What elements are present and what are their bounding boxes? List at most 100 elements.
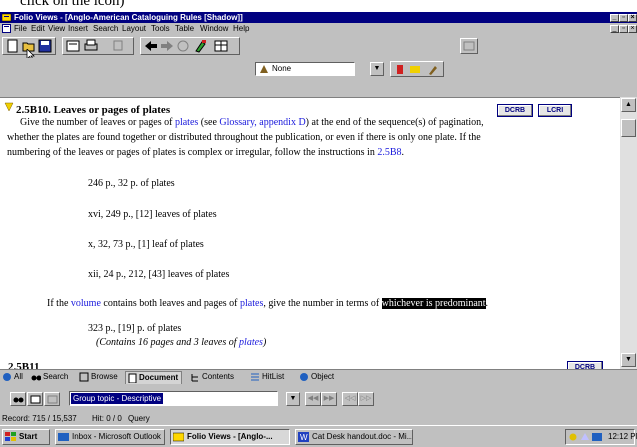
advanced-query-icon bbox=[30, 395, 41, 404]
volume-link[interactable]: volume bbox=[71, 298, 101, 309]
table-icon[interactable] bbox=[214, 39, 228, 53]
para1-line2: whether the plates are found together or… bbox=[7, 132, 481, 143]
highlight-button-group bbox=[390, 61, 444, 77]
binoculars-icon bbox=[13, 397, 24, 403]
tab-document[interactable]: Document bbox=[125, 371, 183, 384]
selected-text[interactable]: whichever is predominant bbox=[381, 298, 486, 309]
scroll-down-button[interactable]: ▼ bbox=[621, 353, 636, 367]
glossary-link[interactable]: Glossary, appendix D bbox=[219, 117, 305, 128]
menu-layout[interactable]: Layout bbox=[122, 23, 146, 34]
doc-minimize-button[interactable]: _ bbox=[610, 25, 619, 33]
red-flag-icon[interactable] bbox=[395, 64, 405, 75]
task-word[interactable]: W Cat Desk handout.doc - Mi... bbox=[295, 429, 413, 445]
list-icon bbox=[251, 373, 259, 381]
para2-text-a: If the bbox=[47, 298, 71, 309]
menu-help[interactable]: Help bbox=[233, 23, 249, 34]
menu-tools[interactable]: Tools bbox=[151, 23, 170, 34]
word-icon: W bbox=[298, 432, 309, 442]
doc-close-button[interactable]: × bbox=[628, 25, 637, 33]
example-line: xii, 24 p., 212, [43] leaves of plates bbox=[88, 269, 230, 280]
document-icon[interactable] bbox=[2, 24, 11, 33]
menu-file[interactable]: File bbox=[14, 23, 27, 34]
maximize-button[interactable]: ▫ bbox=[619, 14, 628, 22]
menu-edit[interactable]: Edit bbox=[31, 23, 45, 34]
example-line: xvi, 249 p., [12] leaves of plates bbox=[88, 209, 217, 220]
folio-icon bbox=[173, 432, 184, 442]
next-hit-button[interactable]: ▷▷ bbox=[358, 392, 374, 406]
link-icon[interactable] bbox=[176, 39, 190, 53]
style-dropdown[interactable]: None bbox=[255, 62, 355, 76]
extra-button[interactable] bbox=[460, 38, 478, 54]
tab-object[interactable]: Object bbox=[298, 371, 337, 383]
back-arrow-icon[interactable] bbox=[144, 39, 158, 53]
query-clear-button[interactable] bbox=[44, 392, 60, 406]
background-text: click on the icon) bbox=[20, 0, 125, 9]
menu-search[interactable]: Search bbox=[93, 23, 118, 34]
hit-status: Hit: 0 / 0 bbox=[92, 414, 122, 423]
plates-link[interactable]: plates bbox=[240, 298, 263, 309]
doc-restore-button[interactable]: ▫ bbox=[619, 25, 628, 33]
query-advanced-button[interactable] bbox=[27, 392, 43, 406]
query-search-button[interactable] bbox=[10, 392, 26, 406]
tab-all[interactable]: All bbox=[1, 371, 26, 383]
highlighter-icon[interactable] bbox=[194, 39, 208, 53]
tab-hitlist[interactable]: HitList bbox=[249, 371, 287, 383]
para2-text-d: . bbox=[485, 298, 489, 309]
task-outlook-label: Inbox - Microsoft Outlook bbox=[72, 432, 161, 441]
rule-2-5b8-link[interactable]: 2.5B8 bbox=[377, 147, 401, 158]
pencil-icon[interactable] bbox=[427, 64, 439, 75]
status-bar: Record: 715 / 15,537 Hit: 0 / 0 Query bbox=[0, 413, 637, 424]
minimize-button[interactable]: _ bbox=[610, 14, 619, 22]
note-marker-icon[interactable] bbox=[4, 102, 14, 112]
clear-icon bbox=[47, 395, 58, 404]
group-input[interactable]: Group topic - Descriptive bbox=[69, 391, 278, 406]
plates-link[interactable]: plates bbox=[175, 117, 198, 128]
document-pane[interactable]: 2.5B10. Leaves or pages of plates DCRB L… bbox=[0, 97, 620, 369]
menu-table[interactable]: Table bbox=[175, 23, 194, 34]
example-note: (Contains 16 pages and 3 leaves of plate… bbox=[96, 336, 266, 350]
vertical-scrollbar[interactable]: ▲ ▼ bbox=[620, 97, 637, 369]
menu-insert[interactable]: Insert bbox=[68, 23, 88, 34]
document-icon bbox=[128, 373, 137, 383]
copy-disabled-icon[interactable] bbox=[112, 39, 126, 53]
prev-hit-button[interactable]: ◁◁ bbox=[342, 392, 358, 406]
dcrb-button[interactable]: DCRB bbox=[567, 361, 603, 369]
menu-window[interactable]: Window bbox=[200, 23, 228, 34]
tab-search[interactable]: Search bbox=[30, 371, 71, 383]
standard-toolbar bbox=[0, 34, 637, 61]
print-icon[interactable] bbox=[84, 39, 98, 53]
example-line: x, 32, 73 p., [1] leaf of plates bbox=[88, 239, 204, 250]
forward-arrow-icon[interactable] bbox=[160, 39, 174, 53]
tab-contents[interactable]: Contents bbox=[189, 371, 237, 383]
title-bar[interactable]: Folio Views - [Anglo-American Cataloguin… bbox=[0, 12, 637, 23]
group-dropdown-arrow[interactable]: ▼ bbox=[286, 392, 300, 406]
para2-text-c: , give the number in terms of bbox=[263, 298, 382, 309]
first-hit-button[interactable]: ◀◀ bbox=[305, 392, 321, 406]
print-preview-icon[interactable] bbox=[66, 39, 80, 53]
tab-document-label: Document bbox=[139, 373, 179, 382]
start-button[interactable]: Start bbox=[2, 429, 50, 445]
section-heading: 2.5B10. Leaves or pages of plates bbox=[16, 104, 171, 116]
last-hit-button[interactable]: ▶▶ bbox=[321, 392, 337, 406]
task-outlook[interactable]: Inbox - Microsoft Outlook bbox=[55, 429, 165, 445]
dcrb-button[interactable]: DCRB bbox=[497, 104, 533, 117]
record-status: Record: 715 / 15,537 bbox=[2, 414, 77, 423]
svg-text:W: W bbox=[300, 433, 308, 442]
style-dropdown-arrow[interactable]: ▼ bbox=[370, 62, 384, 76]
yellow-highlight-icon[interactable] bbox=[409, 64, 421, 75]
lcri-button[interactable]: LCRI bbox=[538, 104, 572, 117]
system-tray: 12:12 PM bbox=[565, 429, 637, 445]
task-folio[interactable]: Folio Views - [Anglo-... bbox=[170, 429, 290, 445]
plates-link[interactable]: plates bbox=[239, 337, 263, 348]
tab-browse[interactable]: Browse bbox=[78, 371, 121, 383]
scroll-thumb[interactable] bbox=[621, 119, 636, 137]
save-icon[interactable] bbox=[38, 39, 52, 53]
start-label: Start bbox=[19, 432, 38, 441]
tray-icons[interactable] bbox=[569, 432, 605, 442]
menu-view[interactable]: View bbox=[48, 23, 65, 34]
window-title: Folio Views - [Anglo-American Cataloguin… bbox=[14, 13, 243, 22]
scroll-up-button[interactable]: ▲ bbox=[621, 98, 636, 112]
new-document-icon[interactable] bbox=[6, 39, 20, 53]
close-button[interactable]: × bbox=[628, 14, 637, 22]
clock: 12:12 PM bbox=[608, 432, 637, 441]
